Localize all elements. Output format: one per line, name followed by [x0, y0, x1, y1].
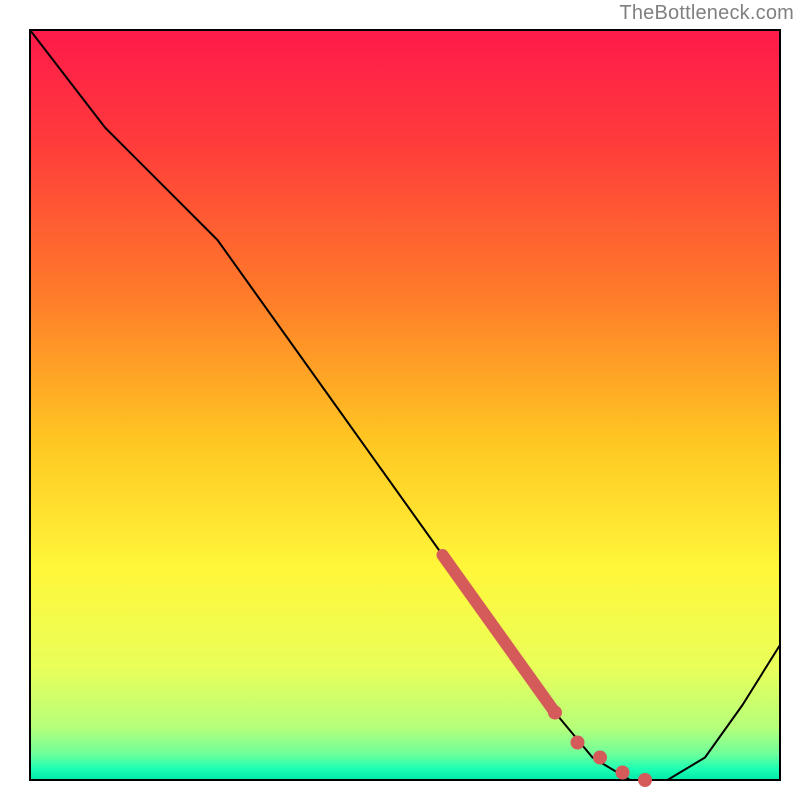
highlight-dot: [616, 766, 630, 780]
highlight-dot: [638, 773, 652, 787]
highlight-dot: [548, 706, 562, 720]
highlight-dot: [571, 736, 585, 750]
attribution-text: TheBottleneck.com: [619, 2, 794, 25]
chart-svg: [0, 0, 800, 800]
plot-area: [30, 30, 780, 780]
highlight-dot: [593, 751, 607, 765]
chart-container: TheBottleneck.com: [0, 0, 800, 800]
